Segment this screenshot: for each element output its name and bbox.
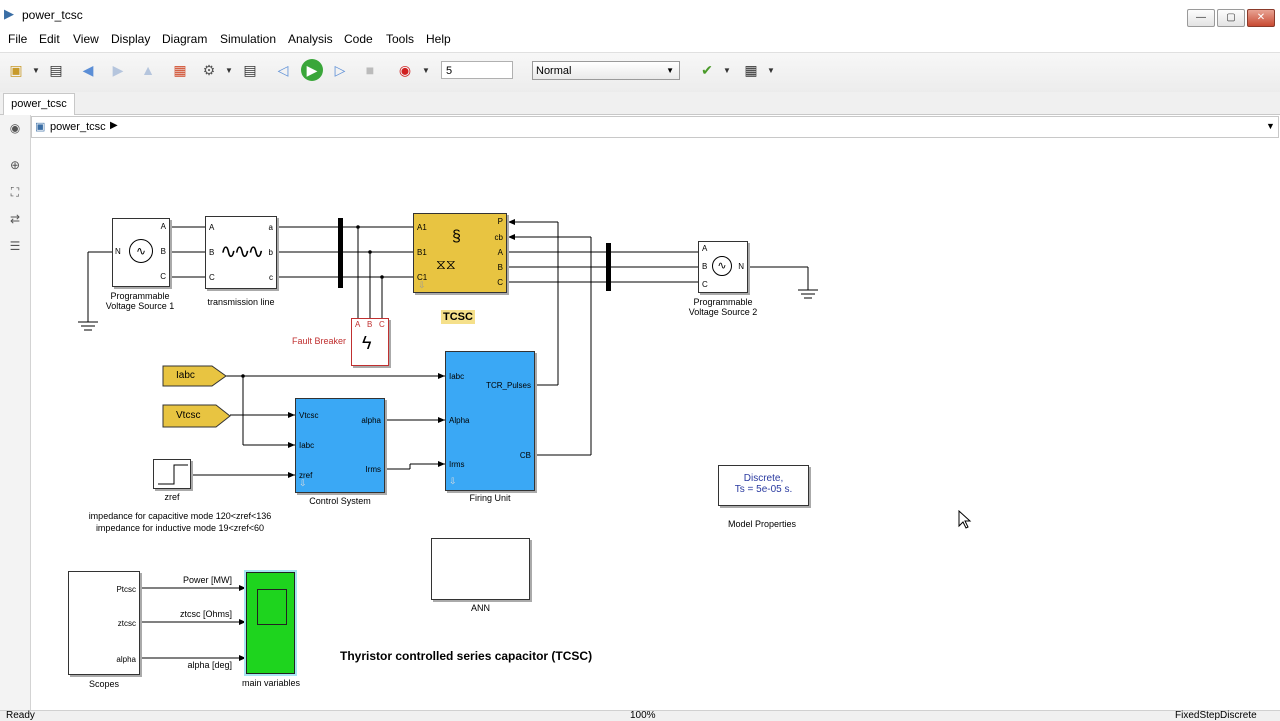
zref-step-block[interactable]	[153, 459, 191, 489]
tcsc-port-a: A	[497, 248, 503, 257]
fu-in-irms: Irms	[449, 460, 465, 469]
fu-in-alpha: Alpha	[449, 416, 470, 425]
tcsc-port-a1: A1	[417, 223, 427, 232]
fault-breaker-label: Fault Breaker	[292, 336, 347, 346]
zoom-level: 100%	[630, 710, 656, 721]
tline-port-a-out: a	[268, 223, 273, 232]
vtcsc-tag-label: Vtcsc	[176, 410, 201, 421]
mask-arrow-icon: ⇩	[418, 280, 426, 290]
programmable-voltage-source-1[interactable]: N A B C ∿	[112, 218, 170, 287]
scopes-block[interactable]: Ptcsc ztcsc alpha	[68, 571, 140, 675]
transmission-line-block[interactable]: A B C a b c ∿∿∿	[205, 216, 277, 289]
model-properties-label: Model Properties	[727, 519, 797, 529]
pvs1-port-n: N	[115, 247, 121, 256]
mask-arrow-icon: ⇩	[449, 476, 457, 486]
fault-port-c: C	[379, 320, 385, 329]
cs-out-alpha: alpha	[361, 416, 381, 425]
pvs1-label: Programmable Voltage Source 1	[105, 291, 175, 311]
cs-in-vtcsc: Vtcsc	[299, 411, 319, 420]
pvs1-port-a: A	[160, 222, 166, 231]
fault-port-a: A	[355, 320, 361, 329]
zref-label: zref	[164, 492, 180, 502]
lightning-icon: ϟ	[362, 333, 372, 353]
fault-breaker-block[interactable]: A B C ϟ	[351, 318, 389, 366]
scopes-port-alpha: alpha	[116, 655, 136, 664]
tcsc-port-p: P	[497, 217, 503, 226]
powergui-line-1: Discrete,	[743, 473, 784, 484]
solver-type: FixedStepDiscrete	[1175, 710, 1257, 721]
tline-port-a: A	[209, 223, 215, 232]
signal-ztcsc: ztcsc [Ohms]	[179, 609, 232, 619]
tcsc-block[interactable]: A1 B1 C1 P cb A B C § ⧖⧖ ⇩	[413, 213, 507, 293]
ann-block[interactable]	[431, 538, 530, 600]
pvs2-port-a: A	[702, 244, 708, 253]
scope-screen-icon	[257, 589, 287, 625]
powergui-line-2: Ts = 5e-05 s.	[734, 484, 793, 495]
pvs2-port-c: C	[702, 280, 708, 289]
scopes-port-ztcsc: ztcsc	[117, 619, 136, 628]
diagram-title: Thyristor controlled series capacitor (T…	[340, 649, 593, 663]
zref-note-1: impedance for capacitive mode 120<zref<1…	[88, 511, 272, 521]
cs-out-irms: Irms	[365, 465, 381, 474]
pvs1-port-b: B	[160, 247, 166, 256]
signal-alpha: alpha [deg]	[187, 660, 232, 670]
firing-unit-label: Firing Unit	[469, 493, 511, 503]
pvs2-port-b: B	[702, 262, 708, 271]
ann-label: ANN	[470, 603, 490, 613]
tcsc-port-cb: cb	[494, 233, 503, 242]
main-variables-scope[interactable]	[246, 572, 295, 674]
control-system-label: Control System	[309, 496, 371, 506]
pvs2-port-n: N	[738, 262, 744, 271]
firing-unit-block[interactable]: Iabc Alpha Irms TCR_Pulses CB ⇩	[445, 351, 535, 491]
control-system-block[interactable]: Vtcsc Iabc zref alpha Irms ⇩	[295, 398, 385, 493]
inductor-icon: §	[452, 228, 461, 245]
powergui-block[interactable]: Discrete, Ts = 5e-05 s.	[718, 465, 809, 506]
fu-out-cb: CB	[519, 451, 531, 460]
programmable-voltage-source-2[interactable]: A B C N ∿	[698, 241, 748, 293]
step-icon	[158, 464, 188, 485]
pvs2-label: Programmable Voltage Source 2	[688, 297, 758, 317]
mask-arrow-icon: ⇩	[299, 478, 307, 488]
tline-port-c-out: c	[269, 273, 273, 282]
fu-in-iabc: Iabc	[449, 372, 465, 381]
pvs1-port-c: C	[160, 272, 166, 281]
ac-source-2-icon: ∿	[712, 256, 732, 276]
signal-power: Power [MW]	[182, 575, 232, 585]
iabc-tag-label: Iabc	[176, 370, 195, 381]
zref-note-2: impedance for inductive mode 19<zref<60	[95, 523, 265, 533]
tcsc-port-c: C	[497, 278, 503, 287]
mouse-cursor-icon	[958, 510, 972, 529]
tline-label: transmission line	[207, 297, 275, 307]
tcsc-port-b: B	[497, 263, 503, 272]
scopes-port-ptcsc: Ptcsc	[116, 585, 136, 594]
scopes-label: Scopes	[88, 679, 120, 689]
ac-source-icon: ∿	[129, 239, 153, 263]
tline-port-b-out: b	[268, 248, 273, 257]
tline-port-b: B	[209, 248, 215, 257]
tcsc-port-b1: B1	[417, 248, 427, 257]
cs-in-iabc: Iabc	[299, 441, 315, 450]
tline-port-c: C	[209, 273, 215, 282]
iabc-goto-tag[interactable]	[162, 365, 228, 387]
main-variables-label: main variables	[241, 678, 301, 688]
fu-out-tcr-pulses: TCR_Pulses	[486, 381, 531, 390]
fault-port-b: B	[367, 320, 373, 329]
thyristor-icon: ⧖⧖	[436, 256, 456, 272]
rl-coil-icon: ∿∿∿	[220, 241, 264, 263]
tcsc-label: TCSC	[441, 310, 475, 324]
status-text: Ready	[6, 710, 35, 721]
